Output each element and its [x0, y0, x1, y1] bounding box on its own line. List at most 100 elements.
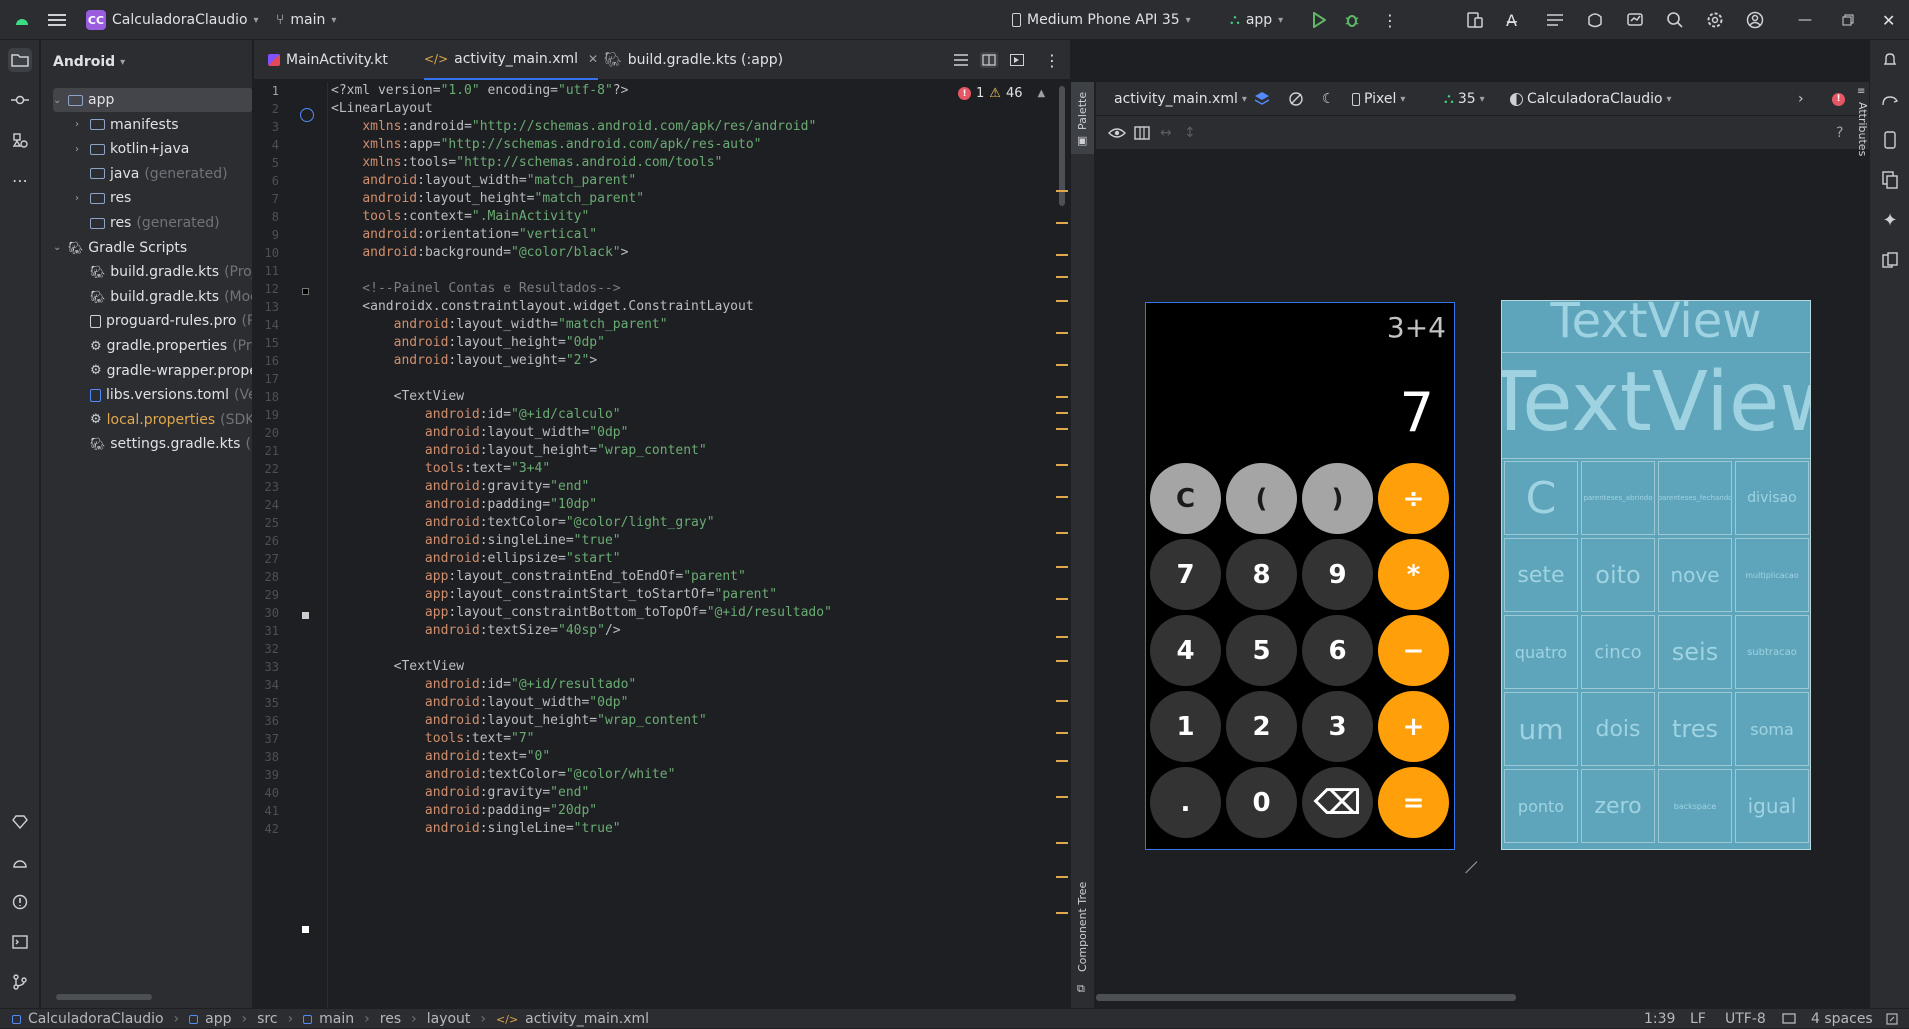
file-selector[interactable]: activity_main.xml ▾: [1114, 82, 1247, 116]
search-icon[interactable]: [1666, 0, 1684, 40]
terminal-icon[interactable]: [8, 930, 32, 954]
layout-inspector-icon[interactable]: [1878, 248, 1902, 272]
warning-stripe-mark[interactable]: [1056, 396, 1068, 398]
calc-button[interactable]: ): [1302, 463, 1373, 534]
settings-icon[interactable]: [1706, 0, 1724, 40]
run-icon[interactable]: [1312, 0, 1326, 40]
tab-activity-main[interactable]: </> activity_main.xml ✕: [424, 40, 599, 80]
device-selector[interactable]: Medium Phone API 35 ▾: [1012, 0, 1191, 40]
calc-button[interactable]: 7: [1150, 539, 1221, 610]
color-swatch-black[interactable]: [302, 288, 309, 295]
editorconfig-icon[interactable]: [1782, 1009, 1796, 1029]
caret-position[interactable]: 1:39: [1644, 1009, 1675, 1029]
project-folder-icon[interactable]: [8, 48, 32, 72]
line-separator[interactable]: LF: [1690, 1009, 1706, 1029]
warning-stripe-mark[interactable]: [1056, 412, 1068, 414]
warning-stripe-mark[interactable]: [1056, 464, 1068, 466]
palette-tab[interactable]: ▣ Palette: [1071, 82, 1094, 154]
calc-button[interactable]: (: [1226, 463, 1297, 534]
readonly-lock-icon[interactable]: [1886, 1009, 1898, 1029]
warning-stripe-mark[interactable]: [1056, 760, 1068, 762]
close-tab-icon[interactable]: ✕: [588, 52, 598, 66]
calc-button[interactable]: +: [1378, 691, 1449, 762]
device-manager-icon[interactable]: [1466, 0, 1484, 40]
sync-icon[interactable]: [1626, 0, 1644, 40]
warning-stripe-mark[interactable]: [1056, 428, 1068, 430]
running-devices-icon[interactable]: [1878, 128, 1902, 152]
design-horizontal-scrollbar[interactable]: [1096, 990, 1869, 1004]
gemini-icon[interactable]: [8, 810, 32, 834]
breadcrumb-item[interactable]: activity_main.xml: [525, 1011, 649, 1027]
version-control-icon[interactable]: [8, 970, 32, 994]
breadcrumb-item[interactable]: layout: [427, 1011, 471, 1027]
calc-button[interactable]: 1: [1150, 691, 1221, 762]
warning-stripe-mark[interactable]: [1056, 566, 1068, 568]
close-icon[interactable]: ✕: [1882, 0, 1895, 40]
notifications-icon[interactable]: [1878, 48, 1902, 72]
tree-item[interactable]: proguard-rules.pro(P: [75, 309, 252, 333]
logcat-icon[interactable]: [1546, 0, 1564, 40]
warning-stripe-mark[interactable]: [1056, 364, 1068, 366]
eye-icon[interactable]: [1108, 116, 1126, 150]
editor-scrollbar[interactable]: [1056, 82, 1070, 1008]
chevron-down-icon[interactable]: ⌄: [53, 95, 63, 106]
component-tree-tab[interactable]: Component Tree ⧉: [1071, 862, 1094, 1002]
project-view-selector[interactable]: Android ▾: [53, 50, 125, 74]
calc-button[interactable]: 2: [1226, 691, 1297, 762]
calc-button[interactable]: 6: [1302, 615, 1373, 686]
chevron-right-icon[interactable]: ›: [1798, 82, 1804, 116]
tree-item[interactable]: ⚙ local.properties (SDK: [75, 408, 252, 432]
file-encoding[interactable]: UTF-8: [1725, 1009, 1766, 1029]
blueprint-preview[interactable]: TextView TextView Cparenteses_abrindopar…: [1501, 300, 1811, 850]
restore-icon[interactable]: [1842, 0, 1854, 40]
color-swatch-light-gray[interactable]: [302, 612, 309, 619]
debug-icon[interactable]: [1344, 0, 1360, 40]
orientation-icon[interactable]: [1288, 82, 1304, 116]
design-preview[interactable]: 3+4 7 C() ÷ 7 8 9 * 4 5 6−1 2 3 +. 0 ⌫ =: [1145, 302, 1455, 850]
warning-stripe-mark[interactable]: [1056, 532, 1068, 534]
editor-options-icon[interactable]: ⋮: [1044, 40, 1060, 80]
code-view-icon[interactable]: [954, 40, 968, 80]
calc-button[interactable]: 4: [1150, 615, 1221, 686]
tree-item[interactable]: ⌄ 🐘︎ Gradle Scripts: [53, 236, 192, 260]
scroll-thumb[interactable]: [1059, 86, 1065, 206]
main-menu-icon[interactable]: [48, 0, 66, 40]
translate-icon[interactable]: A̶: [1506, 0, 1517, 40]
inspection-widget[interactable]: ! 1 ⚠ 46 ▲ ▼: [958, 86, 1068, 101]
calc-button[interactable]: 0: [1226, 767, 1297, 838]
more-tools-icon[interactable]: ⋯: [8, 168, 32, 192]
api-dropdown[interactable]: ⛬ 35 ▾: [1444, 82, 1485, 116]
chevron-down-icon[interactable]: ⌄: [53, 242, 63, 253]
calc-button[interactable]: =: [1378, 767, 1449, 838]
tree-item[interactable]: 🐘︎build.gradle.kts(Mod: [75, 285, 252, 309]
android-robot-icon[interactable]: [8, 850, 32, 874]
problems-icon[interactable]: [8, 890, 32, 914]
tree-item[interactable]: › kotlin+java: [75, 137, 194, 161]
breadcrumb-item[interactable]: app: [205, 1011, 231, 1027]
warning-stripe-mark[interactable]: [1056, 222, 1068, 224]
warning-stripe-mark[interactable]: [1056, 276, 1068, 278]
warning-stripe-mark[interactable]: [1056, 496, 1068, 498]
tab-build-gradle[interactable]: 🐘︎ build.gradle.kts (:app): [604, 40, 783, 80]
minimize-icon[interactable]: —: [1798, 0, 1812, 40]
sdk-manager-icon[interactable]: [1586, 0, 1604, 40]
tree-item[interactable]: › manifests: [75, 113, 184, 137]
warning-stripe-mark[interactable]: [1056, 912, 1068, 914]
breadcrumb-item[interactable]: main: [319, 1011, 354, 1027]
warning-stripe-mark[interactable]: [1056, 636, 1068, 638]
calc-button[interactable]: 3: [1302, 691, 1373, 762]
tree-item[interactable]: 🐘︎build.gradle.kts(Proje: [75, 260, 252, 284]
error-indicator-icon[interactable]: !: [1832, 82, 1845, 116]
device-dropdown[interactable]: Pixel ▾: [1352, 82, 1405, 116]
calc-button[interactable]: 5: [1226, 615, 1297, 686]
warning-stripe-mark[interactable]: [1056, 660, 1068, 662]
theme-dropdown[interactable]: CalculadoraClaudio ▾: [1510, 82, 1672, 116]
more-actions-icon[interactable]: ⋮: [1382, 0, 1398, 40]
attributes-tab[interactable]: ≡ Attributes: [1856, 86, 1870, 176]
calc-button[interactable]: −: [1378, 615, 1449, 686]
tree-item[interactable]: › res: [75, 186, 136, 210]
tree-item[interactable]: ⚙ gradle-wrapper.prope: [75, 359, 252, 383]
tree-item[interactable]: ⌄ app: [53, 88, 252, 112]
blueprint-toggle-icon[interactable]: [1134, 116, 1150, 150]
gradle-tool-icon[interactable]: [1878, 88, 1902, 112]
